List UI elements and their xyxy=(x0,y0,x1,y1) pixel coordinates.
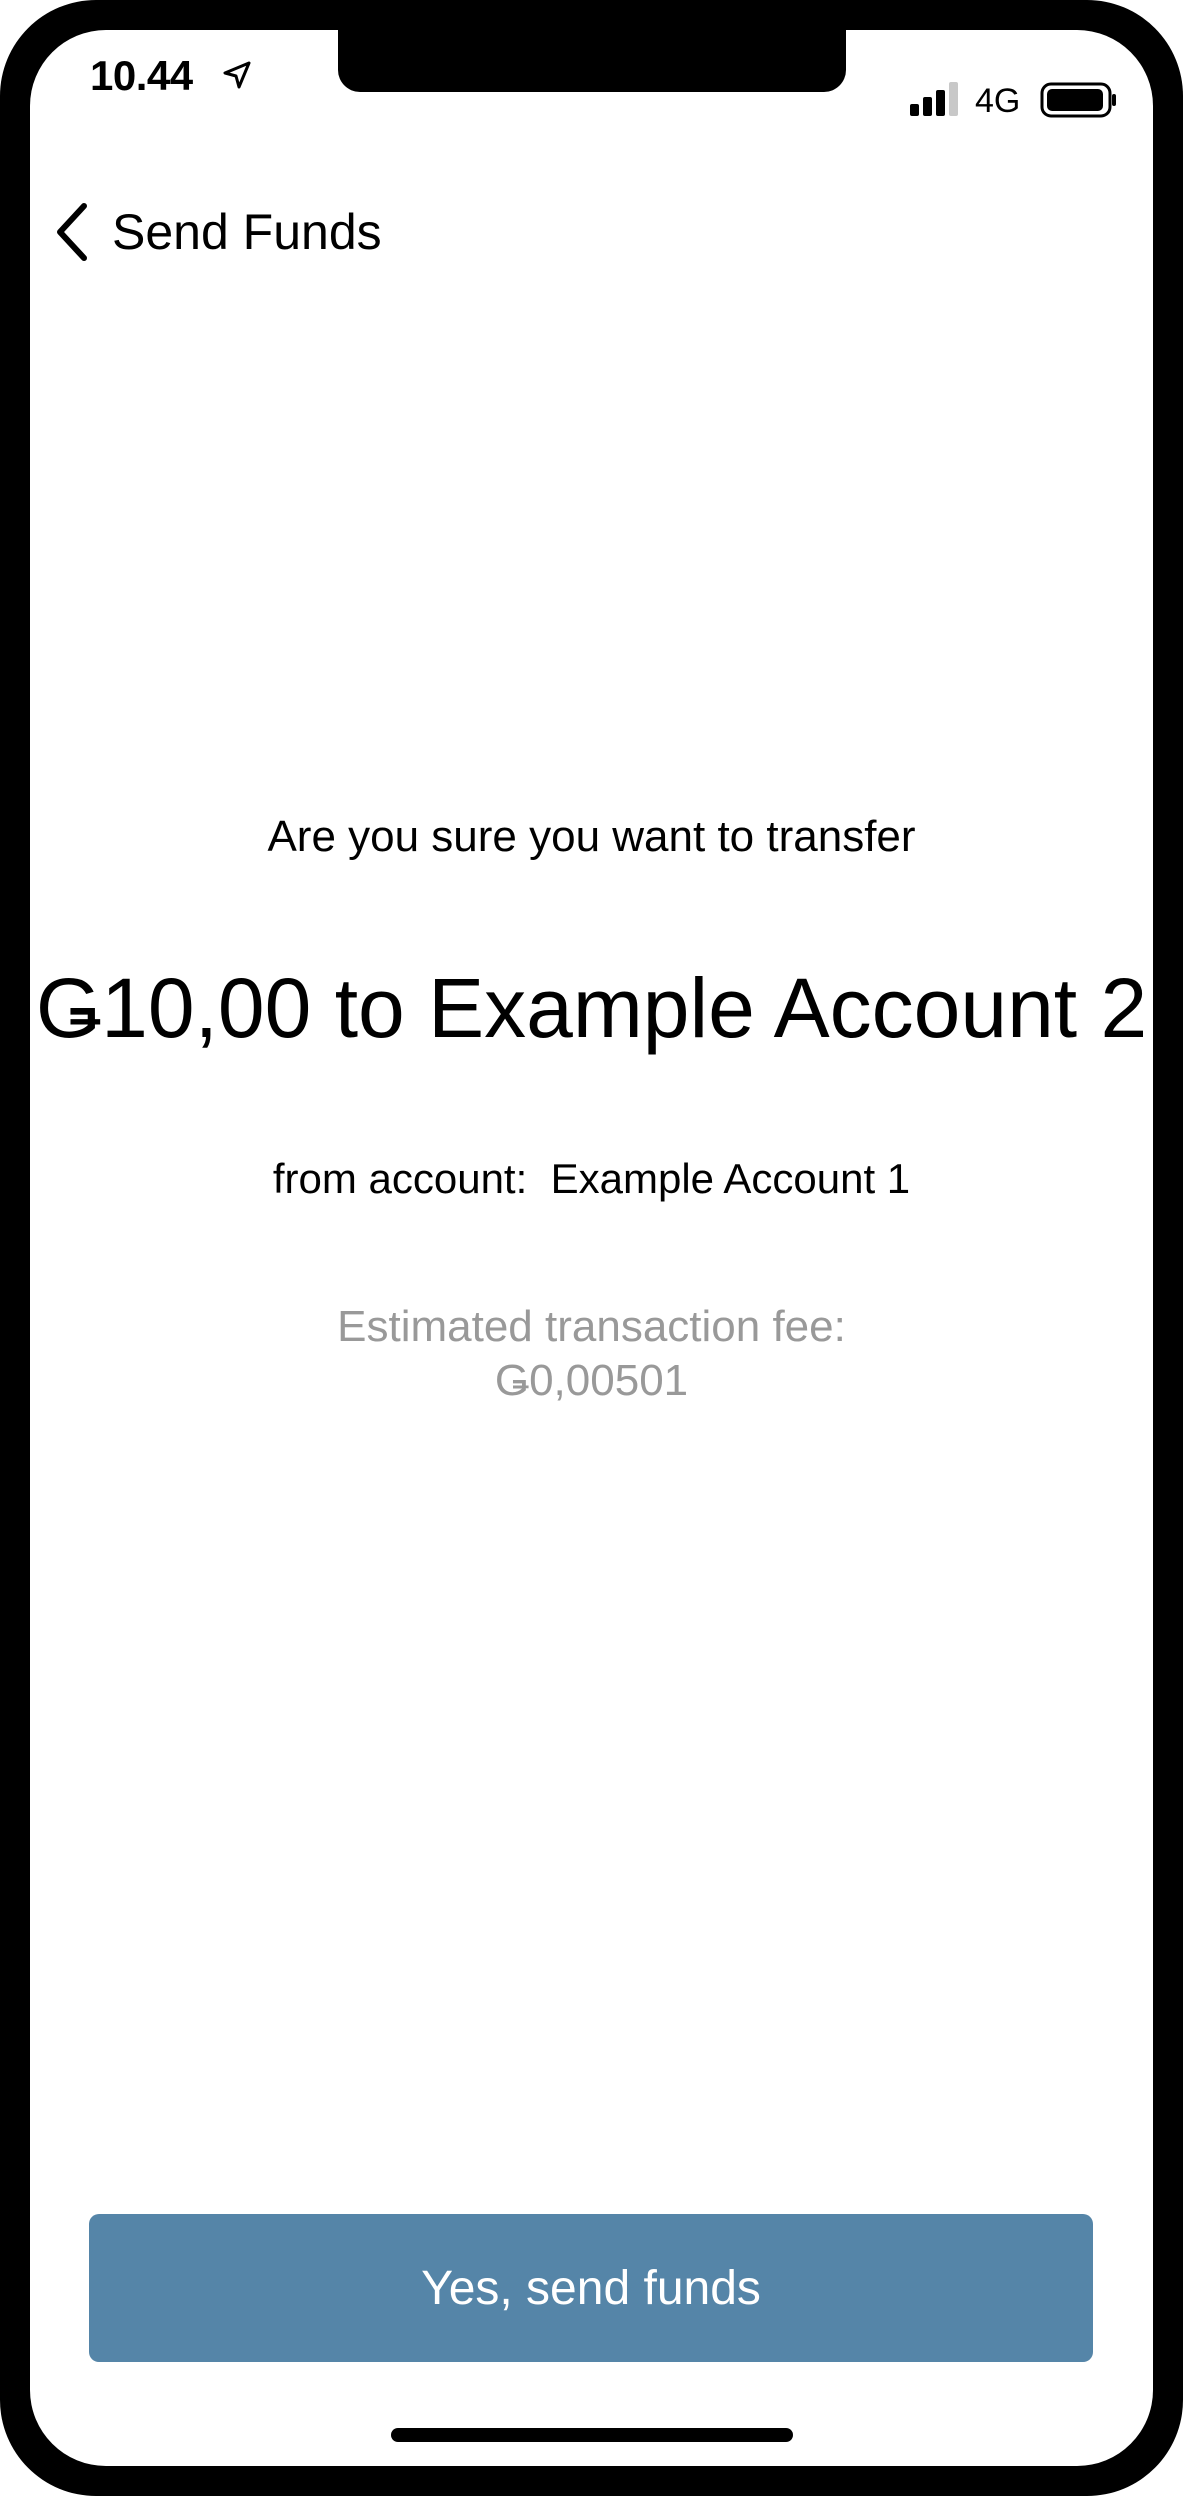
phone-frame: 10.44 4G Send Funds Are you sure you wan… xyxy=(0,0,1183,2496)
from-account-line: from account: Example Account 1 xyxy=(272,1155,911,1202)
screen: 10.44 4G Send Funds Are you sure you wan… xyxy=(30,30,1153,2466)
location-arrow-icon xyxy=(223,61,251,89)
home-indicator xyxy=(391,2428,793,2442)
fee-value: Ǥ0,00501 xyxy=(494,1356,689,1405)
confirm-prompt: Are you sure you want to transfer xyxy=(267,812,916,861)
notch xyxy=(338,30,846,92)
signal-bars-icon xyxy=(910,82,958,116)
nav-title: Send Funds xyxy=(112,204,382,260)
back-button[interactable]: Send Funds xyxy=(50,192,382,272)
status-time: 10.44 xyxy=(90,52,193,99)
transfer-amount-recipient: Ǥ10,00 to Example Account 2 xyxy=(35,961,1148,1055)
fee-label: Estimated transaction fee: xyxy=(337,1302,846,1351)
network-label: 4G xyxy=(975,82,1021,120)
chevron-left-icon xyxy=(57,203,87,261)
battery-icon xyxy=(1040,82,1116,118)
send-funds-button[interactable]: Yes, send funds xyxy=(89,2214,1093,2362)
